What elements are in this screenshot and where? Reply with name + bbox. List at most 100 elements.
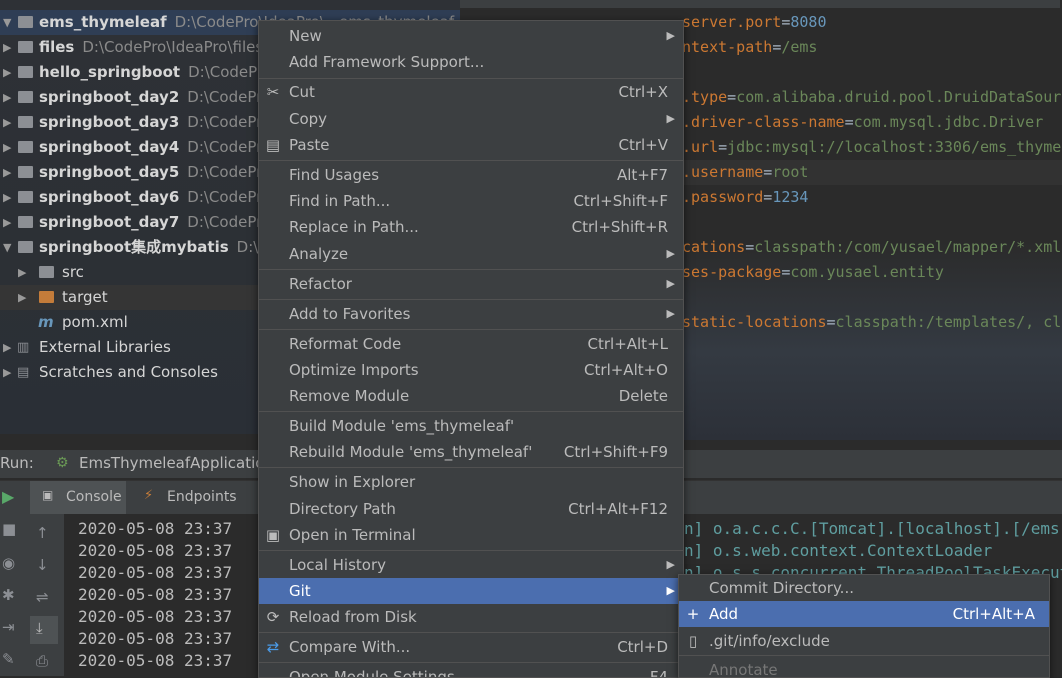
context-menu: New ▶ Add Framework Support... ✂ Cut Ctrl+X… (258, 20, 684, 678)
collapse-arrow-icon[interactable]: ▶ (3, 60, 13, 85)
menu-item-build-module[interactable]: Build Module 'ems_thymeleaf' (259, 413, 683, 439)
print-icon[interactable]: ⎙ (36, 652, 48, 670)
settings-icon[interactable]: ✱ (2, 586, 15, 604)
scroll-to-end-button[interactable]: ⤓ (30, 616, 58, 644)
collapse-arrow-icon[interactable]: ▶ (18, 260, 28, 285)
tree-item-name: springboot_day3 (39, 113, 180, 131)
menu-item-git-exclude[interactable]: ▯ .git/info/exclude (679, 628, 1049, 654)
soft-wrap-icon[interactable]: ⇌ (36, 588, 49, 606)
collapse-arrow-icon[interactable]: ▶ (3, 335, 13, 360)
collapse-arrow-icon[interactable]: ▶ (3, 85, 13, 110)
menu-separator (259, 299, 683, 300)
menu-item-commit-directory[interactable]: Commit Directory... (679, 575, 1049, 601)
menu-item-replace-in-path[interactable]: Replace in Path... Ctrl+Shift+R (259, 214, 683, 240)
endpoints-icon: ⚡ (144, 488, 154, 503)
tree-item-name: springboot_day7 (39, 213, 180, 231)
code-value: classpath:/com/yusael/mapper/*.xml (754, 238, 1062, 256)
expand-arrow-icon[interactable]: ▼ (3, 10, 13, 35)
collapse-arrow-icon[interactable]: ▶ (18, 285, 28, 310)
pin-icon[interactable]: ✎ (2, 650, 15, 668)
collapse-arrow-icon[interactable]: ▶ (3, 185, 13, 210)
menu-item-shortcut: Ctrl+Alt+O (584, 361, 668, 379)
menu-item-compare-with[interactable]: ⇄ Compare With... Ctrl+D (259, 634, 683, 660)
menu-item-remove-module[interactable]: Remove Module Delete (259, 383, 683, 409)
submenu-arrow-icon: ▶ (666, 307, 675, 320)
down-arrow-icon[interactable]: ↓ (36, 556, 49, 574)
module-folder-icon (18, 166, 33, 178)
menu-item-label: Reload from Disk (289, 608, 417, 626)
menu-item-cut[interactable]: ✂ Cut Ctrl+X (259, 79, 683, 105)
menu-separator (259, 329, 683, 330)
menu-separator (259, 269, 683, 270)
code-key: .username (682, 163, 764, 181)
collapse-arrow-icon[interactable]: ▶ (3, 360, 13, 385)
camera-icon[interactable]: ◉ (2, 554, 15, 572)
libraries-icon: ▥ (17, 340, 30, 355)
module-folder-icon (18, 66, 33, 78)
menu-item-label: Paste (289, 136, 330, 154)
run-config-tab[interactable]: EmsThymeleafApplication (79, 454, 274, 472)
up-arrow-icon[interactable]: ↑ (36, 524, 49, 542)
collapse-arrow-icon[interactable]: ▶ (3, 160, 13, 185)
reload-icon: ⟳ (266, 608, 280, 626)
tab-endpoints[interactable]: ⚡ Endpoints (140, 481, 240, 515)
code-key: static-locations (682, 313, 827, 331)
menu-item-show-in-explorer[interactable]: Show in Explorer (259, 469, 683, 495)
console-line: 2020-05-08 23:37 (78, 628, 232, 650)
menu-item-rebuild-module[interactable]: Rebuild Module 'ems_thymeleaf' Ctrl+Shift… (259, 439, 683, 465)
menu-item-shortcut: Ctrl+Alt+L (587, 335, 669, 353)
menu-item-label: Cut (289, 83, 315, 101)
menu-item-analyze[interactable]: Analyze ▶ (259, 241, 683, 267)
expand-arrow-icon[interactable]: ▼ (3, 235, 13, 260)
menu-item-label: Refactor (289, 275, 352, 293)
menu-item-open-in-terminal[interactable]: ▣ Open in Terminal (259, 522, 683, 548)
tree-item-name: hello_springboot (39, 63, 181, 81)
collapse-arrow-icon[interactable]: ▶ (3, 35, 13, 60)
console-line: 2020-05-08 23:37 (78, 518, 232, 540)
scroll-to-end-icon: ⤓ (36, 619, 43, 637)
menu-separator (259, 662, 683, 663)
menu-item-label: Open in Terminal (289, 526, 416, 544)
menu-item-reformat-code[interactable]: Reformat Code Ctrl+Alt+L (259, 331, 683, 357)
menu-item-shortcut: Delete (618, 387, 668, 405)
menu-item-refactor[interactable]: Refactor ▶ (259, 271, 683, 297)
menu-item-label: Find in Path... (289, 192, 391, 210)
menu-item-git[interactable]: Git ▶ (259, 578, 683, 604)
menu-item-add-framework-support[interactable]: Add Framework Support... (259, 49, 683, 75)
menu-item-annotate[interactable]: Annotate (679, 657, 1049, 677)
console-line: 2020-05-08 23:37 (78, 540, 232, 562)
menu-item-label: Compare With... (289, 638, 411, 656)
code-key: .driver-class-name (682, 113, 845, 131)
menu-item-new[interactable]: New ▶ (259, 23, 683, 49)
exit-icon[interactable]: ⇥ (2, 618, 15, 636)
code-key: ntext-path (682, 38, 773, 56)
clipboard-icon: ▤ (265, 136, 281, 154)
menu-item-label: Reformat Code (289, 335, 402, 353)
menu-item-label: .git/info/exclude (709, 632, 830, 650)
code-line: .type=com.alibaba.druid.pool.DruidDataSo… (682, 85, 1062, 110)
stop-icon[interactable]: ■ (2, 520, 16, 538)
collapse-arrow-icon[interactable]: ▶ (3, 110, 13, 135)
tab-console[interactable]: ▣ Console (30, 481, 126, 515)
menu-item-shortcut: Ctrl+X (618, 83, 668, 101)
collapse-arrow-icon[interactable]: ▶ (3, 210, 13, 235)
rerun-icon[interactable]: ▶ (2, 487, 14, 506)
menu-item-directory-path[interactable]: Directory Path Ctrl+Alt+F12 (259, 496, 683, 522)
console-icon: ▣ (42, 488, 54, 502)
tree-item-name: files (39, 38, 75, 56)
menu-item-local-history[interactable]: Local History ▶ (259, 552, 683, 578)
menu-item-optimize-imports[interactable]: Optimize Imports Ctrl+Alt+O (259, 357, 683, 383)
menu-item-git-add[interactable]: + Add Ctrl+Alt+A (679, 601, 1049, 627)
menu-item-paste[interactable]: ▤ Paste Ctrl+V (259, 132, 683, 158)
menu-item-reload-from-disk[interactable]: ⟳ Reload from Disk (259, 604, 683, 630)
collapse-arrow-icon[interactable]: ▶ (3, 135, 13, 160)
menu-item-shortcut: Ctrl+Shift+R (571, 218, 668, 236)
menu-item-find-in-path[interactable]: Find in Path... Ctrl+Shift+F (259, 188, 683, 214)
menu-item-find-usages[interactable]: Find Usages Alt+F7 (259, 162, 683, 188)
menu-item-copy[interactable]: Copy ▶ (259, 106, 683, 132)
menu-item-label: Git (289, 582, 311, 600)
menu-item-add-to-favorites[interactable]: Add to Favorites ▶ (259, 301, 683, 327)
code-key: .password (682, 188, 764, 206)
menu-item-label: Copy (289, 110, 328, 128)
menu-item-shortcut: Ctrl+Shift+F (573, 192, 668, 210)
